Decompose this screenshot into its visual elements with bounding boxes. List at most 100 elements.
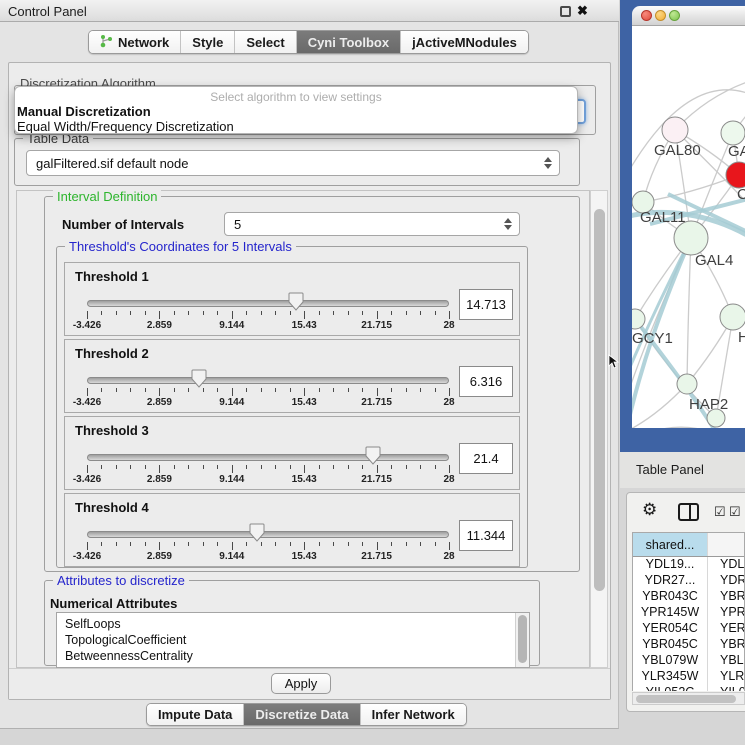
threshold-slider-track[interactable] <box>87 531 449 538</box>
close-traffic-light-icon[interactable] <box>641 10 652 21</box>
table-cell[interactable]: YIL052C <box>633 685 708 691</box>
tick-mark <box>362 388 363 392</box>
tick-label: 21.715 <box>361 320 392 331</box>
number-of-intervals-combobox[interactable]: 5 <box>224 212 520 236</box>
table-row[interactable]: YPR145WYPR1 <box>633 605 745 621</box>
attribute-list-item[interactable]: BetweennessCentrality <box>57 648 529 664</box>
tab-label: Discretize Data <box>255 707 348 722</box>
tick-mark <box>203 542 204 546</box>
table-cell[interactable]: YBR0 <box>708 589 745 605</box>
table-cell[interactable]: YBR043C <box>633 589 708 605</box>
table-row[interactable]: YIL052CYIL0 <box>633 685 745 691</box>
float-window-icon[interactable] <box>560 6 571 17</box>
algorithm-option[interactable]: Manual Discretization <box>15 104 577 119</box>
tick-mark <box>304 311 305 319</box>
close-icon[interactable]: ✖ <box>577 3 588 19</box>
zoom-traffic-light-icon[interactable] <box>669 10 680 21</box>
tab-cyni-toolbox[interactable]: Cyni Toolbox <box>296 31 400 53</box>
minimize-traffic-light-icon[interactable] <box>655 10 666 21</box>
network-node[interactable] <box>720 304 745 330</box>
algorithm-option[interactable]: Equal Width/Frequency Discretization <box>15 119 577 134</box>
list-scrollbar-thumb[interactable] <box>518 615 527 663</box>
slider-thumb[interactable] <box>191 369 207 388</box>
threshold-slider-track[interactable] <box>87 300 449 307</box>
checkbox-icon[interactable]: ☑ <box>729 504 741 520</box>
tick-mark <box>449 388 450 396</box>
table-cell[interactable]: YER0 <box>708 621 745 637</box>
checkbox-icon[interactable]: ☑ <box>714 504 726 520</box>
column-header[interactable]: shared... <box>633 533 708 556</box>
table-header-row: shared...n... <box>633 533 745 557</box>
network-node[interactable] <box>632 309 645 329</box>
table-data-combobox[interactable]: galFiltered.sif default node <box>26 150 560 176</box>
table-cell[interactable]: YPR145W <box>633 605 708 621</box>
tick-mark <box>261 311 262 315</box>
split-columns-icon[interactable] <box>678 503 699 521</box>
table-cell[interactable]: YBL079W <box>633 653 708 669</box>
threshold-panel: Threshold 1-3.4262.8599.14415.4321.71528… <box>64 262 520 336</box>
tab-discretize-data[interactable]: Discretize Data <box>243 704 359 725</box>
table-cell[interactable]: YBL0 <box>708 653 745 669</box>
threshold-slider-track[interactable] <box>87 454 449 461</box>
attribute-list-item[interactable]: TopologicalCoefficient <box>57 632 529 648</box>
table-row[interactable]: YBR043CYBR0 <box>633 589 745 605</box>
tick-mark <box>174 311 175 315</box>
table-row[interactable]: YLR345WYLR3 <box>633 669 745 685</box>
tick-mark <box>116 388 117 392</box>
network-node[interactable] <box>721 121 745 145</box>
tick-label: -3.426 <box>73 320 101 331</box>
tab-select[interactable]: Select <box>234 31 295 53</box>
table-cell[interactable]: YDR27... <box>633 573 708 589</box>
network-node[interactable] <box>662 117 688 143</box>
slider-thumb[interactable] <box>249 523 265 542</box>
tab-infer-network[interactable]: Infer Network <box>360 704 466 725</box>
table-row[interactable]: YBL079WYBL0 <box>633 653 745 669</box>
network-node[interactable] <box>677 374 697 394</box>
tick-mark <box>159 465 160 473</box>
tab-style[interactable]: Style <box>180 31 234 53</box>
table-cell[interactable]: YLR345W <box>633 669 708 685</box>
gear-icon[interactable]: ⚙ <box>642 500 657 520</box>
table-cell[interactable]: YLR3 <box>708 669 745 685</box>
table-row[interactable]: YBR045CYBR0 <box>633 637 745 653</box>
table-cell[interactable]: YDL19... <box>633 557 708 573</box>
attributes-group-label: Attributes to discretize <box>53 573 189 588</box>
threshold-value-field[interactable]: 6.316 <box>459 366 513 397</box>
network-node[interactable] <box>674 221 708 255</box>
apply-button[interactable]: Apply <box>271 673 331 694</box>
node-table: shared...n... YDL19...YDL1YDR27...YDR2YB… <box>632 532 745 691</box>
table-cell[interactable]: YDR2 <box>708 573 745 589</box>
column-header[interactable]: n... <box>708 533 745 556</box>
tab-jactivemnodules[interactable]: jActiveMNodules <box>400 31 528 53</box>
table-cell[interactable]: YPR1 <box>708 605 745 621</box>
table-cell[interactable]: YER054C <box>633 621 708 637</box>
popup-hint-text: Select algorithm to view settings <box>15 87 577 104</box>
table-cell[interactable]: YBR045C <box>633 637 708 653</box>
scrollbar-thumb[interactable] <box>594 209 605 591</box>
threshold-slider-track[interactable] <box>87 377 449 384</box>
vertical-scrollbar[interactable] <box>590 190 608 668</box>
table-cell[interactable]: YBR0 <box>708 637 745 653</box>
tick-mark <box>217 311 218 315</box>
list-scrollbar[interactable] <box>515 613 529 668</box>
table-row[interactable]: YDR27...YDR2 <box>633 573 745 589</box>
threshold-value-field[interactable]: 14.713 <box>459 289 513 320</box>
threshold-value-field[interactable]: 21.4 <box>459 443 513 474</box>
tick-mark <box>319 388 320 392</box>
threshold-value-field[interactable]: 11.344 <box>459 520 513 551</box>
tick-label: 28 <box>443 474 454 485</box>
attributes-listbox[interactable]: SelfLoopsTopologicalCoefficientBetweenne… <box>56 612 530 668</box>
table-cell[interactable]: YIL0 <box>708 685 745 691</box>
slider-thumb[interactable] <box>365 446 381 465</box>
attribute-list-item[interactable]: SelfLoops <box>57 616 529 632</box>
table-row[interactable]: YER054CYER0 <box>633 621 745 637</box>
table-horizontal-scrollbar[interactable] <box>632 692 745 705</box>
table-cell[interactable]: YDL1 <box>708 557 745 573</box>
table-scrollbar-thumb[interactable] <box>636 695 736 703</box>
tab-impute-data[interactable]: Impute Data <box>147 704 243 725</box>
tick-mark <box>449 542 450 550</box>
tab-network[interactable]: Network <box>89 31 180 53</box>
network-canvas[interactable]: GAL80GACGAL11GAL4GCY1HHAP2 <box>632 26 745 428</box>
table-row[interactable]: YDL19...YDL1 <box>633 557 745 573</box>
slider-thumb[interactable] <box>288 292 304 311</box>
